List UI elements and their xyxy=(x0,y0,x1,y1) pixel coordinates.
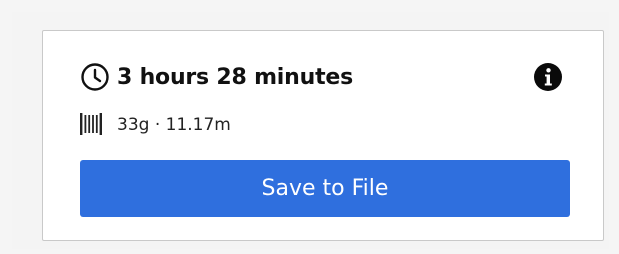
print-summary-card: 3 hours 28 minutes 33g · 11.17m Save to … xyxy=(42,30,604,241)
material-usage-value: 33g · 11.17m xyxy=(117,115,231,135)
save-to-file-button[interactable]: Save to File xyxy=(80,160,570,217)
material-usage-row: 33g · 11.17m xyxy=(80,112,231,138)
filament-spool-icon xyxy=(80,113,102,135)
info-icon[interactable] xyxy=(533,62,563,92)
print-time-row: 3 hours 28 minutes xyxy=(80,61,353,93)
clock-icon xyxy=(81,63,109,91)
print-time-value: 3 hours 28 minutes xyxy=(117,64,354,90)
